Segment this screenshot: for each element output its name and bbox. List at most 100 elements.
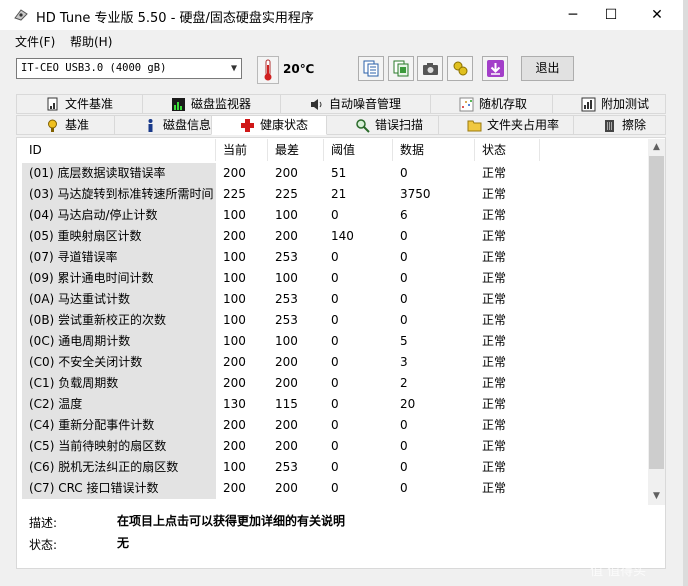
table-row[interactable]: (0C) 通电周期计数 100 100 0 5 正常 — [22, 331, 648, 352]
table-row[interactable]: (0A) 马达重试计数 100 253 0 0 正常 — [22, 289, 648, 310]
table-row[interactable]: (C5) 当前待映射的扇区数 200 200 0 0 正常 — [22, 436, 648, 457]
cell-id: (01) 底层数据读取错误率 — [22, 163, 216, 184]
table-row[interactable]: (C1) 负载周期数 200 200 0 2 正常 — [22, 373, 648, 394]
cell-worst: 100 — [275, 334, 298, 348]
cell-threshold: 0 — [331, 271, 339, 285]
cell-current: 200 — [223, 166, 246, 180]
tab-label: 健康状态 — [260, 118, 309, 132]
cell-current: 100 — [223, 271, 246, 285]
scroll-up-icon[interactable]: ▲ — [648, 139, 665, 156]
table-row[interactable]: (C0) 不安全关闭计数 200 200 0 3 正常 — [22, 352, 648, 373]
tab-label: 基准 — [65, 118, 90, 132]
tab-label: 附加测试 — [601, 97, 650, 111]
cell-id: (0B) 尝试重新校正的次数 — [22, 310, 216, 331]
tab-disk-info[interactable]: 磁盘信息 — [114, 115, 212, 135]
exit-button[interactable]: 退出 — [521, 56, 574, 81]
tab-error-scan[interactable]: 错误扫描 — [326, 115, 439, 135]
erase-icon — [605, 120, 614, 132]
copy-text-button[interactable] — [358, 56, 384, 81]
cell-current: 130 — [223, 397, 246, 411]
menu-file[interactable]: 文件(F) — [15, 33, 55, 50]
cell-threshold: 0 — [331, 439, 339, 453]
cell-data: 5 — [400, 334, 408, 348]
cell-current: 100 — [223, 334, 246, 348]
cell-current: 200 — [223, 355, 246, 369]
table-row[interactable]: (C4) 重新分配事件计数 200 200 0 0 正常 — [22, 415, 648, 436]
benchmark-icon — [48, 119, 57, 132]
table-row[interactable]: (05) 重映射扇区计数 200 200 140 0 正常 — [22, 226, 648, 247]
cell-status: 正常 — [482, 271, 507, 285]
cell-data: 0 — [400, 229, 408, 243]
column-header-threshold[interactable]: 阈值 — [324, 139, 393, 161]
menu-bar: 文件(F) 帮助(H) — [0, 30, 688, 50]
cell-threshold: 0 — [331, 313, 339, 327]
column-header-id[interactable]: ID — [22, 139, 216, 161]
cell-id: (C5) 当前待映射的扇区数 — [22, 436, 216, 457]
cell-status: 正常 — [482, 355, 507, 369]
cell-threshold: 0 — [331, 355, 339, 369]
column-header-worst[interactable]: 最差 — [268, 139, 324, 161]
tab-benchmark[interactable]: 基准 — [16, 115, 115, 135]
cell-current: 100 — [223, 313, 246, 327]
save-button[interactable] — [482, 56, 508, 81]
cell-current: 225 — [223, 187, 246, 201]
cell-worst: 253 — [275, 292, 298, 306]
table-row[interactable]: (C7) CRC 接口错误计数 200 200 0 0 正常 — [22, 478, 648, 499]
scroll-thumb[interactable] — [649, 156, 664, 469]
table-row[interactable]: (01) 底层数据读取错误率 200 200 51 0 正常 — [22, 163, 648, 184]
copy-screenshot-button[interactable] — [388, 56, 414, 81]
tab-folder-usage[interactable]: 文件夹占用率 — [438, 115, 574, 135]
status-text: 无 — [117, 536, 130, 550]
watermark-text: 值 值得买 — [590, 564, 647, 579]
disk-monitor-icon — [172, 98, 185, 111]
cell-worst: 100 — [275, 208, 298, 222]
toolbar: IT-CEO USB3.0 (4000 gB) ▼ 20℃ 退出 — [0, 50, 688, 90]
cell-threshold: 0 — [331, 460, 339, 474]
cell-threshold: 0 — [331, 334, 339, 348]
cell-threshold: 0 — [331, 208, 339, 222]
tab-disk-monitor[interactable]: 磁盘监视器 — [142, 94, 281, 114]
table-row[interactable]: (03) 马达旋转到标准转速所需时间 225 225 21 3750 正常 — [22, 184, 648, 205]
drive-select[interactable]: IT-CEO USB3.0 (4000 gB) ▼ — [16, 58, 242, 79]
tab-health[interactable]: 健康状态 — [211, 115, 327, 135]
health-options-button[interactable] — [447, 56, 473, 81]
cell-threshold: 0 — [331, 376, 339, 390]
save-download-icon — [487, 60, 504, 77]
cell-data: 3 — [400, 355, 408, 369]
maximize-button[interactable]: ☐ — [588, 0, 634, 30]
cell-worst: 200 — [275, 481, 298, 495]
column-header-status[interactable]: 状态 — [475, 139, 540, 161]
tab-file-benchmark[interactable]: 文件基准 — [16, 94, 143, 114]
menu-help[interactable]: 帮助(H) — [70, 33, 112, 50]
close-button[interactable]: ✕ — [634, 0, 680, 30]
table-row[interactable]: (0B) 尝试重新校正的次数 100 253 0 0 正常 — [22, 310, 648, 331]
cell-data: 0 — [400, 481, 408, 495]
table-row[interactable]: (C6) 脱机无法纠正的扇区数 100 253 0 0 正常 — [22, 457, 648, 478]
cell-threshold: 0 — [331, 418, 339, 432]
tab-noise-management[interactable]: 自动噪音管理 — [280, 94, 431, 114]
cell-status: 正常 — [482, 250, 507, 264]
cell-data: 20 — [400, 397, 416, 411]
cell-id: (04) 马达启动/停止计数 — [22, 205, 216, 226]
camera-button[interactable] — [417, 56, 443, 81]
cell-threshold: 0 — [331, 481, 339, 495]
cell-status: 正常 — [482, 187, 507, 201]
tab-extra-tests[interactable]: 附加测试 — [552, 94, 666, 114]
cell-threshold: 0 — [331, 292, 339, 306]
cell-current: 100 — [223, 460, 246, 474]
cell-data: 0 — [400, 439, 408, 453]
table-row[interactable]: (04) 马达启动/停止计数 100 100 0 6 正常 — [22, 205, 648, 226]
table-header: ID 当前 最差 阈值 数据 状态 — [22, 139, 648, 161]
extra-tests-icon — [581, 97, 596, 112]
vertical-scrollbar[interactable]: ▲ ▼ — [648, 139, 665, 505]
table-row[interactable]: (C2) 温度 130 115 0 20 正常 — [22, 394, 648, 415]
column-header-current[interactable]: 当前 — [216, 139, 268, 161]
smart-attributes-table[interactable]: ID 当前 最差 阈值 数据 状态 (01) 底层数据读取错误率 200 200 51… — [22, 139, 648, 505]
tab-erase[interactable]: 擦除 — [573, 115, 666, 135]
table-row[interactable]: (07) 寻道错误率 100 253 0 0 正常 — [22, 247, 648, 268]
cell-threshold: 51 — [331, 166, 347, 180]
column-header-data[interactable]: 数据 — [393, 139, 475, 161]
table-row[interactable]: (09) 累计通电时间计数 100 100 0 0 正常 — [22, 268, 648, 289]
tab-random-access[interactable]: 随机存取 — [430, 94, 553, 114]
scroll-down-icon[interactable]: ▼ — [648, 488, 665, 505]
